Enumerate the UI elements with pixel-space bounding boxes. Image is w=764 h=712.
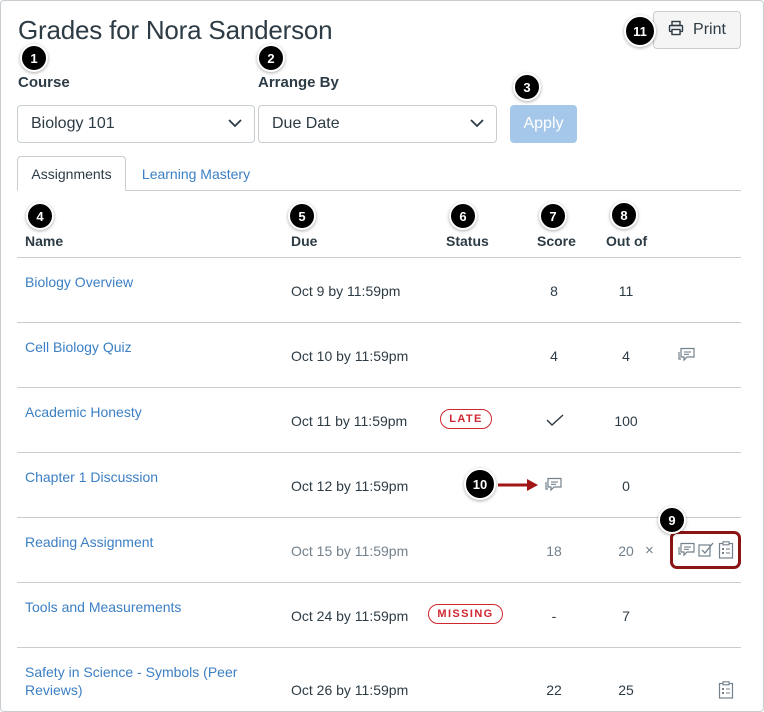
out-of-value: 0 [622, 478, 630, 494]
row-divider [17, 452, 741, 453]
course-select[interactable]: Biology 101 [17, 105, 255, 143]
chevron-down-icon [228, 119, 242, 128]
callout-6: 6 [449, 202, 477, 230]
callout-11: 11 [624, 15, 656, 47]
column-header-due[interactable]: Due [291, 233, 317, 249]
apply-button[interactable]: Apply [510, 105, 577, 143]
course-label: Course [18, 74, 70, 91]
assignment-link[interactable]: Safety in Science - Symbols (Peer Review… [25, 663, 265, 699]
grades-page: Grades for Nora Sanderson Print Course B… [0, 0, 764, 712]
assignment-link[interactable]: Tools and Measurements [25, 598, 181, 616]
assignment-link[interactable]: Reading Assignment [25, 533, 153, 551]
due-date: Oct 26 by 11:59pm [291, 682, 409, 698]
tab-assignments[interactable]: Assignments [17, 156, 126, 191]
callout-1: 1 [20, 44, 48, 72]
arrange-by-label: Arrange By [258, 74, 339, 91]
column-header-score: Score [537, 233, 576, 249]
due-date: Oct 9 by 11:59pm [291, 283, 401, 299]
callout-3: 3 [513, 73, 541, 101]
arrange-by-select[interactable]: Due Date [258, 105, 497, 143]
status-badge-missing: MISSING [428, 604, 503, 624]
callout-2: 2 [257, 44, 285, 72]
due-date: Oct 11 by 11:59pm [291, 413, 408, 429]
callout-5: 5 [288, 202, 316, 230]
out-of-value: 25 [618, 682, 634, 698]
column-header-name[interactable]: Name [25, 233, 63, 249]
row-divider [17, 517, 741, 518]
out-of-value: 11 [618, 283, 634, 299]
assignment-link[interactable]: Academic Honesty [25, 403, 142, 421]
row-divider [17, 582, 741, 583]
callout-10: 10 [464, 468, 496, 500]
callout-9: 9 [658, 506, 686, 534]
due-date: Oct 24 by 11:59pm [291, 608, 409, 624]
comment-icon[interactable] [678, 347, 696, 363]
score-value: 18 [546, 543, 562, 559]
callout-8: 8 [610, 201, 638, 229]
out-of-value: 100 [614, 413, 638, 429]
due-date: Oct 15 by 11:59pm [291, 543, 409, 559]
assignment-link[interactable]: Biology Overview [25, 273, 133, 291]
due-date: Oct 10 by 11:59pm [291, 348, 409, 364]
callout-7: 7 [539, 202, 567, 230]
header-divider [17, 257, 741, 258]
due-date: Oct 12 by 11:59pm [291, 478, 409, 494]
comment-icon[interactable] [545, 477, 563, 493]
page-title: Grades for Nora Sanderson [18, 15, 333, 45]
row-divider [17, 322, 741, 323]
score-value: 8 [550, 283, 558, 299]
print-button[interactable]: Print [653, 11, 741, 49]
assignment-link[interactable]: Cell Biology Quiz [25, 338, 132, 356]
close-icon[interactable]: × [645, 542, 654, 559]
out-of-value: 20 [618, 543, 634, 559]
column-header-out-of: Out of [606, 233, 648, 249]
callout-4: 4 [26, 202, 54, 230]
status-badge-late: LATE [440, 409, 492, 429]
icons-highlight-box [670, 531, 741, 569]
assignment-link[interactable]: Chapter 1 Discussion [25, 468, 158, 486]
arrange-by-select-value: Due Date [272, 115, 340, 132]
checkmark-icon [546, 414, 564, 427]
score-value: 4 [550, 348, 558, 364]
arrow-icon [498, 479, 538, 491]
printer-icon [668, 20, 684, 41]
tab-learning-mastery[interactable]: Learning Mastery [129, 156, 263, 191]
out-of-value: 7 [622, 608, 630, 624]
score-value: 22 [546, 682, 562, 698]
score-value: - [551, 608, 557, 624]
print-label: Print [693, 21, 726, 38]
out-of-value: 4 [622, 348, 630, 364]
row-divider [17, 647, 741, 648]
chevron-down-icon [470, 119, 484, 128]
rubric-icon[interactable] [718, 681, 734, 699]
course-select-value: Biology 101 [31, 115, 115, 132]
column-header-status: Status [446, 233, 489, 249]
row-divider [17, 387, 741, 388]
